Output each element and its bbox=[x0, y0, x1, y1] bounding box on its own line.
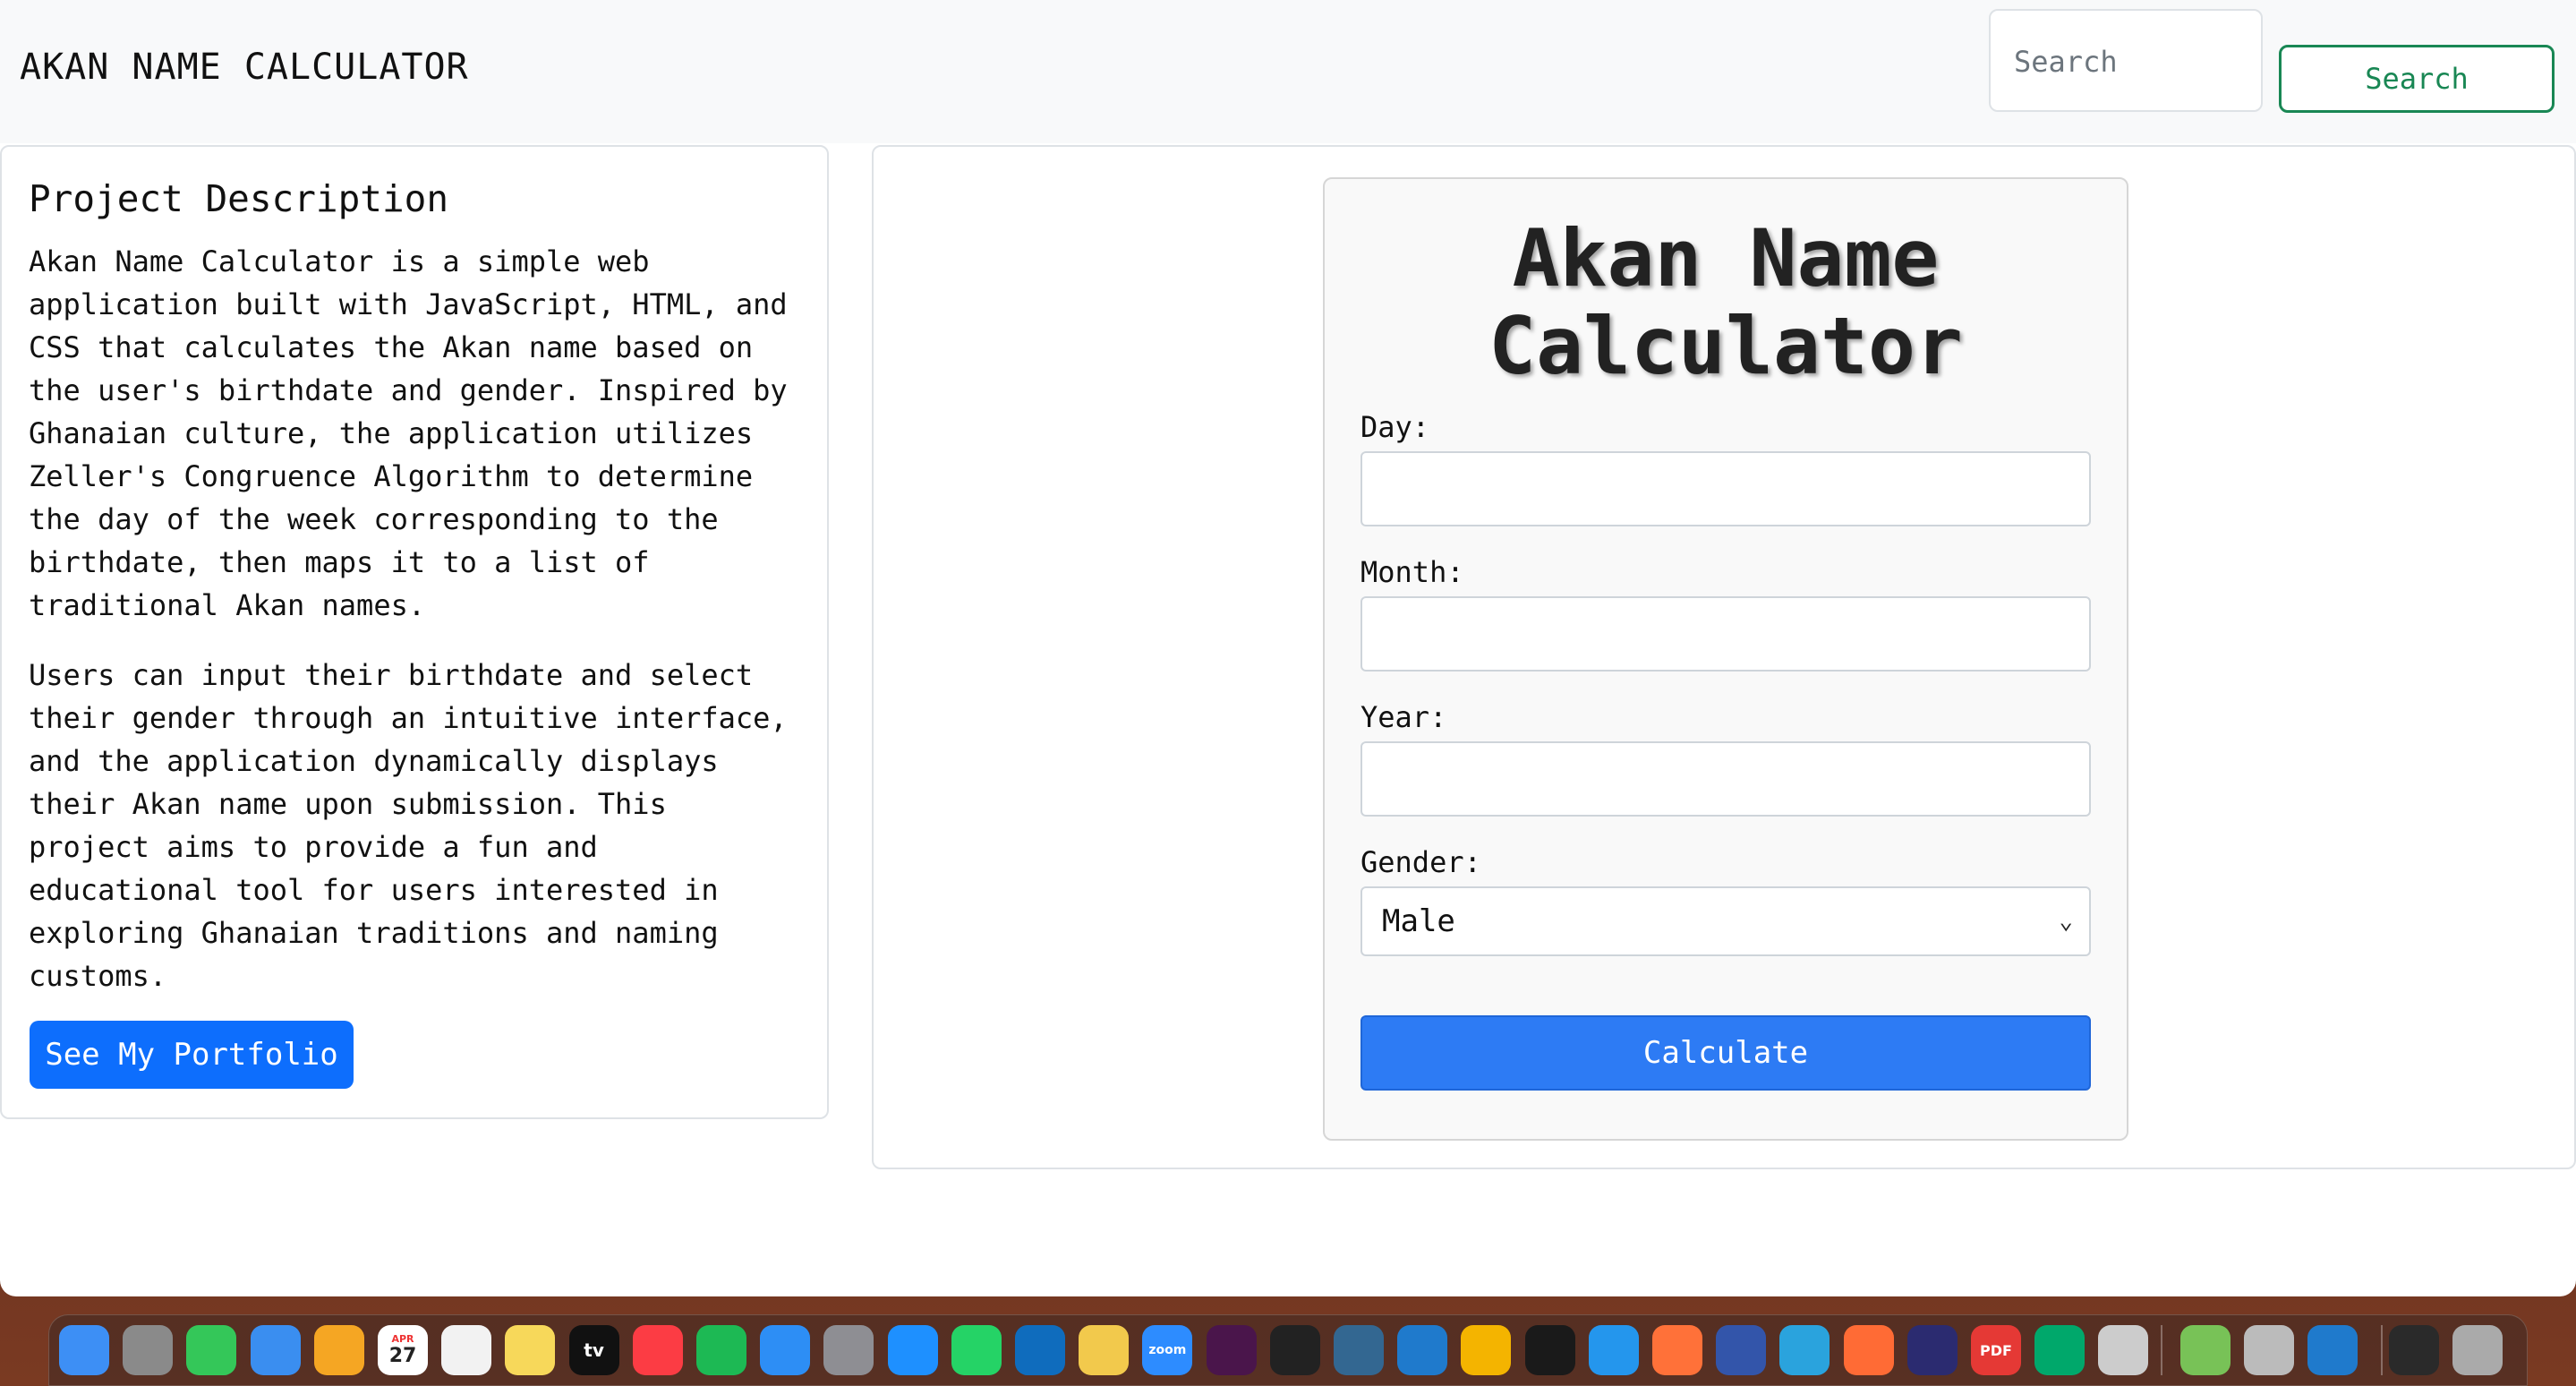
portfolio-button[interactable]: See My Portfolio bbox=[30, 1021, 354, 1089]
screen-icon[interactable] bbox=[1716, 1325, 1767, 1375]
search-button[interactable]: Search bbox=[2279, 45, 2555, 113]
mail-icon[interactable] bbox=[250, 1325, 301, 1375]
trash-icon[interactable] bbox=[2452, 1325, 2503, 1375]
intellij-icon[interactable] bbox=[1524, 1325, 1575, 1375]
calculator-form: Akan Name Calculator Day: Month: Year: G… bbox=[1323, 177, 2128, 1141]
utorrent-icon[interactable] bbox=[2179, 1325, 2231, 1375]
pdf-icon[interactable]: PDF bbox=[1971, 1325, 2021, 1375]
description-paragraph-2: Users can input their birthdate and sele… bbox=[29, 658, 788, 993]
firefox-icon[interactable] bbox=[1652, 1325, 1702, 1375]
vscode-icon[interactable] bbox=[1397, 1325, 1448, 1375]
navbar-brand[interactable]: AKAN NAME CALCULATOR bbox=[20, 47, 469, 88]
calculate-button[interactable]: Calculate bbox=[1361, 1015, 2091, 1091]
search-input[interactable]: Search bbox=[1989, 9, 2263, 112]
gender-label: Gender: bbox=[1361, 845, 1481, 879]
whatsapp-icon[interactable] bbox=[951, 1325, 1002, 1375]
power-icon[interactable] bbox=[1906, 1325, 1958, 1375]
safari-icon[interactable] bbox=[887, 1325, 938, 1375]
music-icon[interactable] bbox=[632, 1325, 683, 1375]
project-description-card: Project Description Akan Name Calculator… bbox=[0, 145, 829, 1119]
docker-icon[interactable] bbox=[1588, 1325, 1639, 1375]
calculator-container: Akan Name Calculator Day: Month: Year: G… bbox=[872, 145, 2576, 1169]
calendar-month: APR bbox=[391, 1333, 414, 1345]
gender-selected-value: Male bbox=[1382, 903, 1455, 939]
description-paragraph-1: Akan Name Calculator is a simple web app… bbox=[29, 244, 788, 622]
day-input[interactable] bbox=[1361, 451, 2091, 526]
zoom-icon[interactable]: zoom bbox=[1142, 1325, 1193, 1375]
calendar-day: 27 bbox=[388, 1345, 417, 1367]
browser-window: AKAN NAME CALCULATOR Search Search Proje… bbox=[0, 0, 2576, 1296]
calendar-icon[interactable]: APR 27 bbox=[378, 1325, 428, 1375]
month-label: Month: bbox=[1361, 555, 1464, 589]
chrome-icon[interactable] bbox=[1461, 1325, 1512, 1375]
roblox-studio-icon[interactable] bbox=[2243, 1325, 2294, 1375]
navbar: AKAN NAME CALCULATOR Search Search bbox=[0, 0, 2576, 143]
outlook-icon[interactable] bbox=[1015, 1325, 1065, 1375]
appstore-icon[interactable] bbox=[760, 1325, 811, 1375]
notes-icon[interactable] bbox=[505, 1325, 556, 1375]
gender-select[interactable]: Male ⌄ bbox=[1361, 886, 2091, 956]
day-label: Day: bbox=[1361, 410, 1430, 444]
telegram-icon[interactable] bbox=[1779, 1325, 1830, 1375]
postgres-icon[interactable] bbox=[1334, 1325, 1384, 1375]
dock-divider bbox=[2381, 1325, 2383, 1375]
keyboard-icon[interactable] bbox=[2389, 1325, 2440, 1375]
launchpad-icon[interactable] bbox=[123, 1325, 174, 1375]
reminders-icon[interactable] bbox=[441, 1325, 492, 1375]
year-input[interactable] bbox=[1361, 741, 2091, 817]
meet-icon[interactable] bbox=[2034, 1325, 2086, 1375]
editor-icon[interactable] bbox=[1843, 1325, 1894, 1375]
description-title: Project Description bbox=[29, 177, 448, 220]
spotify-icon[interactable] bbox=[696, 1325, 746, 1375]
vscode-insiders-icon[interactable] bbox=[2307, 1325, 2358, 1375]
settings-icon[interactable] bbox=[823, 1325, 874, 1375]
month-input[interactable] bbox=[1361, 596, 2091, 672]
roblox-icon[interactable] bbox=[2098, 1325, 2149, 1375]
terminal-icon[interactable] bbox=[1269, 1325, 1320, 1375]
bee-icon[interactable] bbox=[1079, 1325, 1130, 1375]
appletv-icon[interactable]: tv bbox=[568, 1325, 619, 1375]
finder-icon[interactable] bbox=[59, 1325, 109, 1375]
messages-icon[interactable] bbox=[186, 1325, 237, 1375]
year-label: Year: bbox=[1361, 700, 1447, 734]
dock-divider bbox=[2161, 1325, 2162, 1375]
photos-icon[interactable] bbox=[313, 1325, 364, 1375]
slack-icon[interactable] bbox=[1206, 1325, 1257, 1375]
form-title: Akan Name Calculator bbox=[1488, 212, 1963, 392]
chevron-down-icon: ⌄ bbox=[2059, 908, 2073, 935]
